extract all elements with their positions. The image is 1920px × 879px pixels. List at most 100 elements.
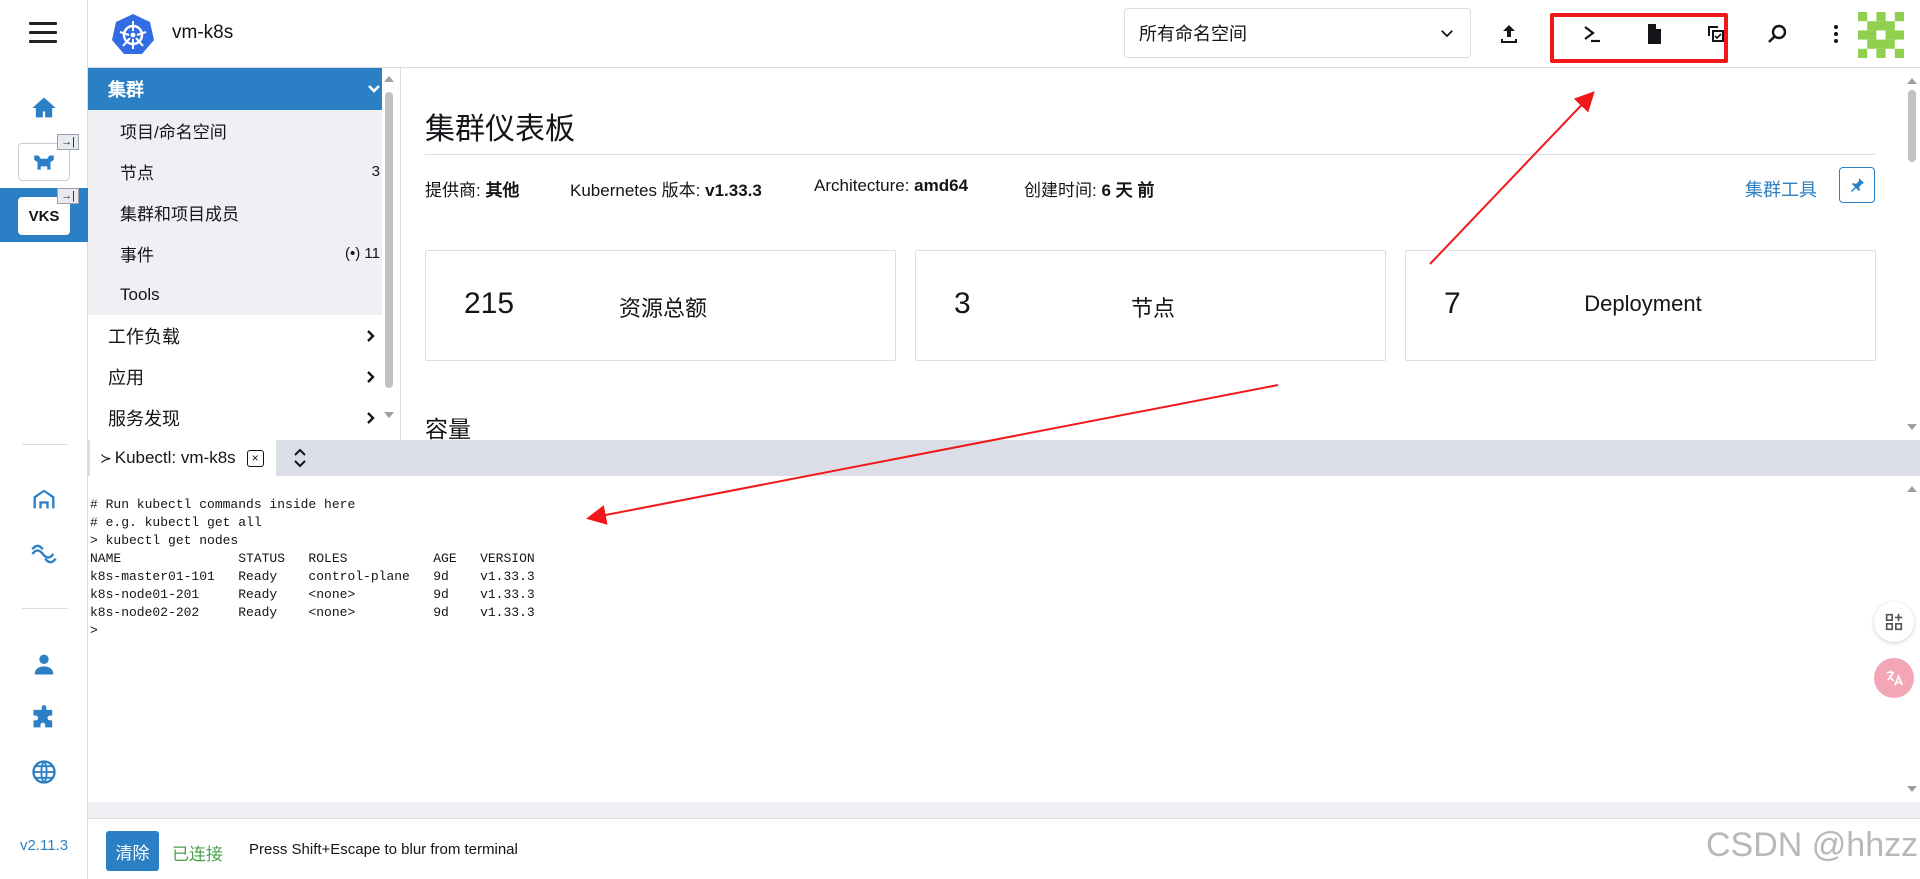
main-scrollbar[interactable] [1904, 68, 1920, 440]
meta-value: v1.33.3 [705, 181, 762, 200]
translate-icon[interactable] [1874, 658, 1914, 698]
pin-icon[interactable]: →| [57, 134, 79, 150]
nav-item-members[interactable]: 集群和项目成员 [88, 192, 396, 233]
nav-group-cluster[interactable]: 集群 [88, 68, 396, 110]
namespace-select-value: 所有命名空间 [1139, 24, 1247, 44]
terminal-icon [1584, 26, 1600, 43]
avatar[interactable] [1858, 12, 1904, 58]
left-rail: →| VKS →| v2.11.3 [0, 0, 88, 879]
expand-collapse-icon[interactable] [288, 446, 312, 470]
virtualization-icon[interactable] [26, 536, 62, 572]
side-nav: 集群 项目/命名空间 节点 3 集群和项目成员 事件 (•) 11 Tools … [88, 68, 396, 440]
chevron-down-icon [1441, 30, 1453, 38]
extensions-icon[interactable] [26, 700, 62, 736]
provider-meta: 提供商: 其他 [425, 176, 519, 201]
more-actions-button[interactable] [1816, 14, 1856, 54]
terminal-scrollbar[interactable] [1904, 476, 1920, 802]
nav-item-label: 集群和项目成员 [120, 205, 239, 224]
nav-item-nodes[interactable]: 节点 3 [88, 151, 396, 192]
kubernetes-version-meta: Kubernetes 版本: v1.33.3 [570, 176, 762, 201]
nav-item-label: 事件 [120, 246, 154, 265]
meta-value: amd64 [914, 176, 969, 195]
nav-item-projects-namespaces[interactable]: 项目/命名空间 [88, 110, 396, 151]
globe-icon[interactable] [26, 754, 62, 790]
file-icon [1648, 24, 1661, 44]
nav-group-label: 集群 [108, 80, 144, 100]
card-total-resources[interactable]: 215 资源总额 [425, 250, 896, 361]
clear-button[interactable]: 清除 [106, 831, 159, 871]
close-icon[interactable]: × [246, 449, 264, 467]
terminal-tab-bar: ≻ Kubectl: vm-k8s × [88, 440, 1920, 476]
meta-value: 6 天 前 [1101, 181, 1155, 200]
card-label: Deployment [1584, 291, 1702, 316]
nav-item-service-discovery[interactable]: 服务发现 [88, 397, 396, 438]
top-header: vm-k8s 所有命名空间 [88, 0, 1920, 68]
chevron-right-icon [367, 411, 375, 424]
more-vertical-icon [1834, 25, 1838, 43]
copy-icon [1708, 26, 1724, 42]
tab-label: Kubectl: vm-k8s [114, 448, 236, 467]
nav-sub-list: 项目/命名空间 节点 3 集群和项目成员 事件 (•) 11 Tools [88, 110, 396, 315]
meta-value: 其他 [485, 181, 520, 200]
terminal-icon: ≻ [100, 449, 112, 466]
connection-status: 已连接 [172, 845, 223, 864]
dashboard: 集群仪表板 提供商: 其他 Kubernetes 版本: v1.33.3 Arc… [401, 68, 1920, 440]
card-value: 3 [954, 287, 971, 320]
pin-icon [1851, 178, 1864, 192]
upload-icon [1501, 25, 1517, 43]
nav-item-tools[interactable]: Tools [88, 274, 396, 315]
capacity-heading: 容量 [425, 416, 471, 440]
watermark: CSDN @hhzz [1706, 826, 1919, 864]
nav-item-label: 工作负载 [108, 326, 180, 347]
nav-item-count: (•) 11 [345, 245, 380, 262]
download-kubeconfig-button[interactable] [1634, 14, 1674, 54]
meta-label: 创建时间: [1024, 181, 1097, 200]
import-yaml-button[interactable] [1489, 14, 1529, 54]
search-button[interactable] [1757, 14, 1797, 54]
cluster-tools-link[interactable]: 集群工具 [1745, 176, 1817, 202]
nav-item-apps[interactable]: 应用 [88, 356, 396, 397]
nav-item-label: 应用 [108, 367, 144, 388]
pin-button[interactable] [1839, 167, 1875, 203]
version-link[interactable]: v2.11.3 [0, 837, 88, 854]
kubernetes-logo-icon [112, 14, 154, 54]
app-grid-icon[interactable] [1874, 602, 1914, 642]
menu-icon[interactable] [29, 22, 57, 44]
card-deployments[interactable]: 7 Deployment [1405, 250, 1876, 361]
card-label: 资源总额 [618, 296, 707, 321]
chevron-down-icon [368, 85, 380, 93]
rail-divider [22, 608, 68, 609]
user-icon[interactable] [26, 646, 62, 682]
card-value: 7 [1444, 287, 1461, 320]
nav-item-events[interactable]: 事件 (•) 11 [88, 233, 396, 274]
terminal-output[interactable]: # Run kubectl commands inside here # e.g… [88, 476, 1904, 802]
chevron-right-icon [367, 370, 375, 383]
namespace-select[interactable]: 所有命名空间 [1124, 8, 1471, 58]
kubectl-shell-button[interactable] [1572, 14, 1612, 54]
cow-icon [34, 155, 54, 170]
meta-label: 提供商: [425, 181, 481, 200]
page-title: 集群仪表板 [425, 113, 575, 146]
tab-kubectl[interactable]: ≻ Kubectl: vm-k8s × [90, 440, 276, 476]
card-nodes[interactable]: 3 节点 [915, 250, 1386, 361]
nav-item-label: 节点 [120, 164, 154, 183]
card-label: 节点 [1130, 296, 1175, 321]
chevron-right-icon [367, 329, 375, 342]
cluster-title: vm-k8s [172, 22, 234, 43]
nav-item-workloads[interactable]: 工作负载 [88, 315, 396, 356]
nav-item-label: Tools [120, 284, 160, 304]
nav-scrollbar[interactable] [382, 68, 396, 440]
terminal-footer: 清除 已连接 Press Shift+Escape to blur from t… [88, 818, 1920, 879]
search-icon [1768, 24, 1787, 43]
copy-kubeconfig-button[interactable] [1696, 14, 1736, 54]
nav-item-label: 项目/命名空间 [120, 123, 227, 142]
fleet-icon[interactable] [26, 481, 62, 517]
pin-icon[interactable]: →| [57, 188, 79, 204]
meta-label: Kubernetes 版本: [570, 181, 701, 200]
nav-item-count: 3 [371, 163, 380, 180]
terminal-hint: Press Shift+Escape to blur from terminal [249, 841, 518, 858]
home-icon[interactable] [26, 90, 62, 126]
created-meta: 创建时间: 6 天 前 [1024, 176, 1154, 201]
nav-item-label: 服务发现 [108, 408, 180, 429]
architecture-meta: Architecture: amd64 [814, 176, 968, 196]
